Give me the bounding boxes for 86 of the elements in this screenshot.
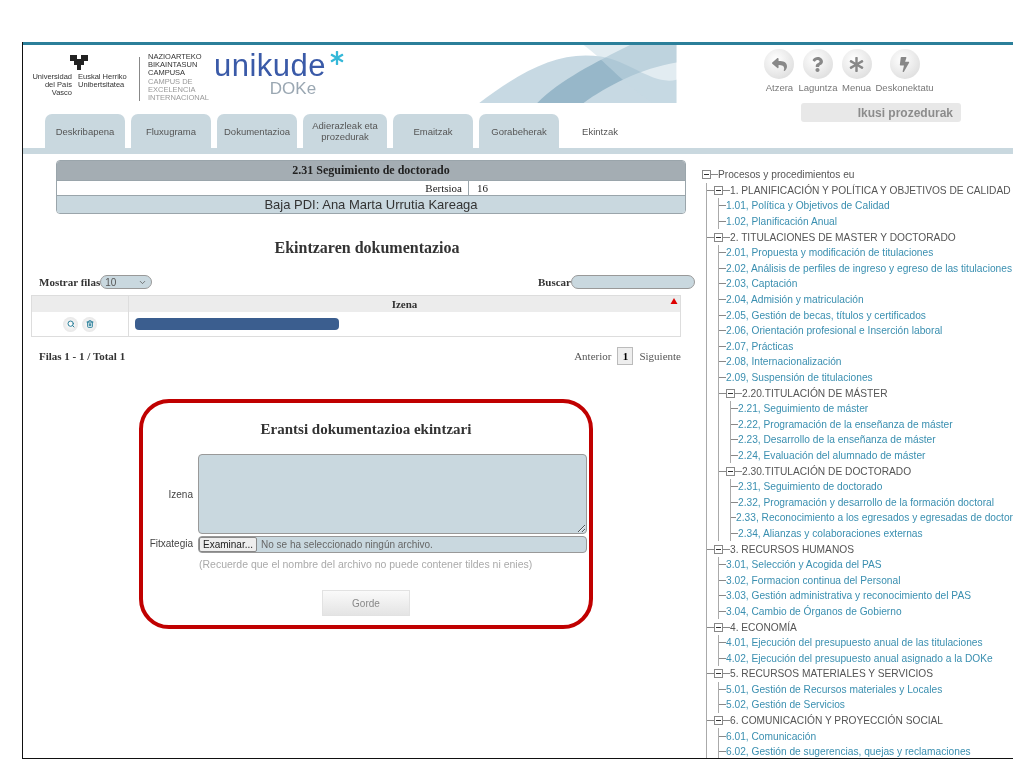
- tree-link[interactable]: 3.01, Selección y Acogida del PAS: [726, 559, 882, 571]
- asterisk-icon: [330, 51, 345, 65]
- next-link[interactable]: Siguiente: [639, 350, 681, 362]
- tree-folder[interactable]: 5. RECURSOS MATERIALES Y SERVICIOS: [730, 668, 934, 680]
- file-status: No se ha seleccionado ningún archivo.: [261, 539, 433, 550]
- tree-link[interactable]: 2.07, Prácticas: [726, 340, 794, 352]
- collapse-toggle[interactable]: [714, 185, 723, 195]
- brand-subtitle: DOKe: [269, 81, 317, 97]
- tree-folder[interactable]: 1. PLANIFICACIÓN Y POLÍTICA Y OBJETIVOS DE CALIDAD: [730, 184, 1011, 196]
- tree-link[interactable]: 1.02, Planificación Anual: [726, 216, 837, 228]
- tree-link[interactable]: 4.01, Ejecución del presupuesto anual de las titulaciones: [726, 637, 983, 649]
- process-subtitle: Baja PDI: Ana Marta Urrutia Kareaga: [57, 196, 685, 213]
- tree-folder[interactable]: 4. ECONOMÍA: [730, 621, 797, 633]
- tree-folder[interactable]: 6. COMUNICACIÓN Y PROYECCIÓN SOCIAL: [730, 715, 944, 727]
- section-title: Ekintzaren dokumentazioa: [273, 239, 461, 257]
- tree-link[interactable]: 2.32, Programación y desarrollo de la formación doctoral: [738, 496, 994, 508]
- tree-link[interactable]: 2.31, Seguimiento de doctorado: [738, 481, 883, 493]
- reply-arrow-icon: [771, 56, 787, 72]
- rows-select[interactable]: 10: [100, 275, 153, 289]
- tree-link[interactable]: 6.02, Gestión de sugerencias, quejas y reclamaciones: [726, 746, 971, 758]
- hint-text: (Recuerde que el nombre del archivo no puede contener tildes ni enies): [199, 558, 533, 570]
- tree-link[interactable]: 3.02, Formacion continua del Personal: [726, 574, 901, 586]
- tree-link[interactable]: 1.01, Política y Objetivos de Calidad: [726, 200, 890, 212]
- rows-summary: Filas 1 - 1 / Total 1: [39, 350, 126, 362]
- browse-button[interactable]: Examinar...: [199, 537, 258, 552]
- collapse-toggle[interactable]: [702, 170, 711, 180]
- tree-folder[interactable]: 2.30.TITULACIÓN DE DOCTORADO: [742, 465, 912, 477]
- field-label: Izena: [167, 488, 193, 500]
- form-title: Erantsi dokumentazioa ekintzari: [260, 421, 472, 438]
- trash-icon: [85, 320, 94, 328]
- tree-link[interactable]: 2.01, Propuesta y modificación de titulaciones: [726, 247, 934, 259]
- tab[interactable]: Gorabeherak: [479, 114, 559, 148]
- collapse-toggle[interactable]: [714, 622, 723, 632]
- tab[interactable]: Fluxugrama: [131, 114, 211, 148]
- search-label: Buscar: [538, 276, 571, 288]
- tab[interactable]: Emaitzak: [393, 114, 473, 148]
- collapse-toggle[interactable]: [714, 716, 723, 726]
- tree-link[interactable]: 2.02, Análisis de perfiles de ingreso y egreso de las titulaciones: [726, 262, 1012, 274]
- tree-link[interactable]: 2.06, Orientación profesional e Inserción laboral: [726, 325, 943, 337]
- tree-link[interactable]: 2.33, Reconocimiento a los egresados y egresadas de doctor: [736, 512, 1013, 524]
- tree-link[interactable]: 6.01, Comunicación: [726, 730, 817, 742]
- tree-link[interactable]: 2.04, Admisión y matriculación: [726, 294, 864, 306]
- help-icon: [810, 56, 826, 72]
- tree-folder[interactable]: 3. RECURSOS HUMANOS: [730, 543, 854, 555]
- version-label: Bertsioa: [404, 181, 469, 195]
- tab[interactable]: Dokumentazioa: [217, 114, 297, 148]
- tree-folder[interactable]: 2.20.TITULACIÓN DE MÁSTER: [742, 387, 888, 399]
- tree-link[interactable]: 5.02, Gestión de Servicios: [726, 699, 845, 711]
- save-button[interactable]: Gorde: [322, 590, 410, 616]
- tree-folder[interactable]: Procesos y procedimientos eu: [718, 169, 855, 181]
- tree-link[interactable]: 5.01, Gestión de Recursos materiales y Locales: [726, 683, 943, 695]
- collapse-toggle[interactable]: [714, 232, 723, 242]
- collapse-toggle[interactable]: [726, 466, 735, 476]
- name-field[interactable]: [198, 454, 587, 534]
- delete-button[interactable]: [82, 316, 97, 332]
- tree-link[interactable]: 2.09, Suspensión de titulaciones: [726, 372, 873, 383]
- version-value: 16: [476, 181, 489, 195]
- tree-link[interactable]: 2.34, Alianzas y colaboraciones externas: [738, 527, 923, 539]
- tree-link[interactable]: 4.02, Ejecución del presupuesto anual asignado a la DOKe: [726, 652, 993, 664]
- brand-logo: unikude: [214, 51, 327, 81]
- toolbar-button[interactable]: Deskonektatu: [875, 49, 934, 93]
- tree-link[interactable]: 3.03, Gestión administrativa y reconocimiento del PAS: [726, 590, 971, 602]
- tree-link[interactable]: 2.24, Evaluación del alumnado de máster: [738, 450, 926, 461]
- tree-link[interactable]: 2.08, Internacionalización: [726, 356, 842, 368]
- collapse-toggle[interactable]: [714, 669, 723, 679]
- tree-link[interactable]: 2.03, Captación: [726, 278, 798, 290]
- rows-label: Mostrar filas: [39, 276, 101, 288]
- search-icon: [66, 320, 75, 328]
- search-button[interactable]: [63, 316, 78, 332]
- asterisk-icon: [849, 56, 864, 72]
- search-field[interactable]: [571, 275, 695, 289]
- file-field[interactable]: Examinar... No se ha seleccionado ningún archivo.: [198, 536, 587, 553]
- tree-link[interactable]: 2.21, Seguimiento de máster: [738, 403, 869, 415]
- tab[interactable]: Deskribapena: [45, 114, 125, 148]
- page-button[interactable]: 1: [617, 347, 634, 365]
- tree-link[interactable]: 2.05, Gestión de becas, títulos y certificados: [726, 309, 926, 321]
- tree-link[interactable]: 3.04, Cambio de Órganos de Gobierno: [726, 605, 902, 617]
- tree-link[interactable]: 2.22, Programación de la enseñanza de máster: [738, 418, 953, 430]
- collapse-toggle[interactable]: [726, 388, 735, 398]
- tree-folder[interactable]: 2. TITULACIONES DE MASTER Y DOCTORADO: [730, 231, 956, 243]
- tree-link[interactable]: 2.23, Desarrollo de la enseñanza de máster: [738, 434, 936, 446]
- tab[interactable]: Adierazleak eta prozedurak: [303, 114, 387, 148]
- process-title: 2.31 Seguimiento de doctorado: [57, 161, 685, 180]
- field-label: Fitxategia: [149, 538, 193, 549]
- previous-link[interactable]: Anterior: [574, 350, 612, 362]
- collapse-toggle[interactable]: [714, 544, 723, 554]
